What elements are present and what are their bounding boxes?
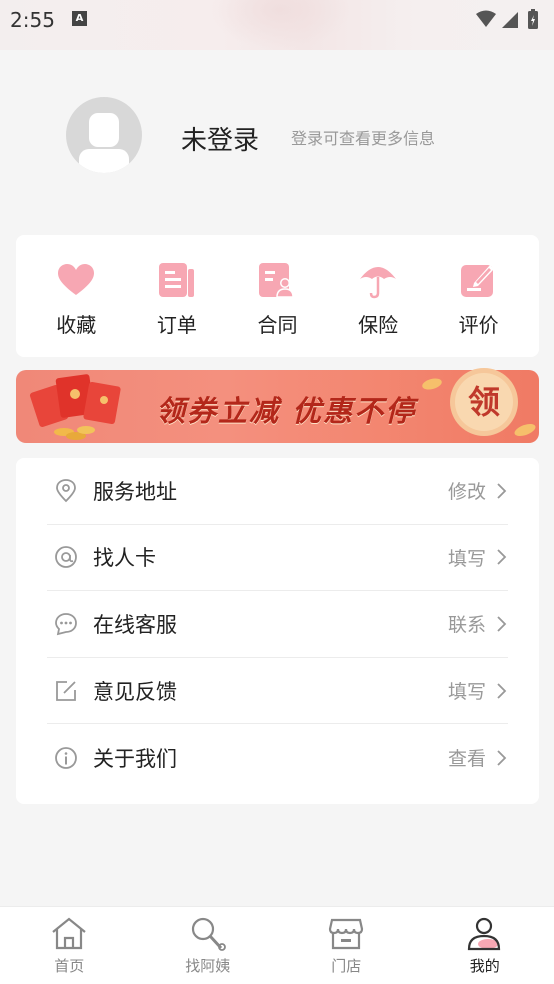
search-person-icon [191,917,226,951]
login-title[interactable]: 未登录 [181,120,259,157]
quick-action-label: 订单 [156,313,197,337]
store-icon [329,918,364,950]
menu-item-action: 修改 [447,481,486,504]
chevron-right-icon [497,750,507,766]
menu-item-service-address[interactable]: 服务地址 修改 [47,458,508,525]
chevron-right-icon [497,483,507,499]
chevron-right-icon [497,616,507,632]
tab-mine[interactable]: 我的 [416,907,554,984]
menu-item-contact-card[interactable]: 找人卡 填写 [47,525,508,592]
profile-header[interactable]: 未登录 登录可查看更多信息 [0,50,554,230]
bottom-tab-bar: 首页 找阿姨 门店 我的 [0,906,554,984]
tab-label: 首页 [54,957,85,975]
quick-actions-card: 收藏 订单 合同 保险 评价 [16,235,539,357]
quick-action-insurance[interactable]: 保险 [338,235,418,357]
menu-item-action: 填写 [447,547,486,570]
menu-item-about-us[interactable]: 关于我们 查看 [47,724,508,791]
tab-label: 我的 [469,957,500,975]
location-pin-icon [53,478,79,504]
default-avatar-icon [79,113,129,173]
red-envelope-icon [29,374,121,440]
quick-action-reviews[interactable]: 评价 [439,235,519,357]
umbrella-icon [358,261,398,299]
status-bar: 2:55 A [0,0,554,50]
login-subtitle: 登录可查看更多信息 [291,129,436,148]
menu-item-label: 在线客服 [93,612,177,637]
status-bar-decoration [210,0,350,50]
at-sign-icon [53,544,79,570]
quick-action-label: 合同 [257,313,298,337]
status-time: 2:55 [10,8,55,32]
claim-badge-label: 领 [467,383,500,421]
home-icon [52,917,86,950]
signal-icon [502,12,518,28]
menu-item-online-support[interactable]: 在线客服 联系 [47,591,508,658]
info-icon [53,745,79,771]
quick-action-label: 保险 [358,313,399,337]
wifi-icon [476,10,496,27]
review-edit-icon [459,261,499,299]
notification-icon: A [72,11,87,26]
settings-menu: 服务地址 修改 找人卡 填写 在线客服 联系 意见反馈 填写 关于我们 查看 [16,458,539,804]
coin-decoration-icon [422,378,442,390]
heart-icon [56,261,96,299]
menu-item-action: 联系 [447,614,486,637]
tab-label: 找阿姨 [185,957,231,975]
quick-action-label: 评价 [458,313,499,337]
system-icons [474,8,544,36]
chevron-right-icon [497,682,507,699]
banner-text: 领券立减 优惠不停 [156,394,417,428]
quick-action-favorites[interactable]: 收藏 [36,235,116,357]
claim-coupon-button[interactable]: 领 [449,367,519,437]
chat-bubble-icon [53,611,79,637]
menu-item-action: 填写 [447,681,486,704]
tab-home[interactable]: 首页 [0,907,139,984]
menu-item-feedback[interactable]: 意见反馈 填写 [47,658,508,725]
chevron-right-icon [497,549,507,566]
quick-action-orders[interactable]: 订单 [137,235,217,357]
contract-icon [257,261,297,299]
menu-item-action: 查看 [447,748,486,771]
profile-icon [467,917,500,951]
battery-icon [528,9,538,29]
quick-action-contracts[interactable]: 合同 [237,235,317,357]
tab-label: 门店 [331,957,362,975]
order-doc-icon [157,261,197,299]
feedback-edit-icon [53,678,79,704]
menu-item-label: 关于我们 [93,746,177,771]
quick-action-label: 收藏 [56,313,97,337]
menu-item-label: 意见反馈 [93,679,177,704]
menu-item-label: 服务地址 [93,479,177,504]
tab-find-nanny[interactable]: 找阿姨 [139,907,278,984]
tab-store[interactable]: 门店 [277,907,416,984]
avatar[interactable] [66,97,142,173]
menu-item-label: 找人卡 [93,546,156,571]
